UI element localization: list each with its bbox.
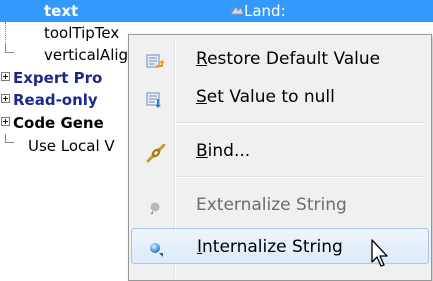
label-rest: estore Default Value [207, 49, 381, 69]
menu-item-set-value-to-null[interactable]: Set Value to null [131, 79, 429, 115]
expand-icon[interactable] [1, 117, 10, 126]
category-name: Read-only [13, 91, 98, 109]
set-null-icon [145, 87, 167, 108]
menu-separator [176, 122, 426, 124]
menu-item-label: Restore Default Value [196, 41, 380, 77]
category-name: Code Gene [13, 114, 104, 132]
menu-item-externalize-string: Externalize String [131, 187, 429, 223]
mouse-pointer-icon [370, 238, 392, 270]
internalize-string-icon [146, 237, 168, 257]
menu-separator [176, 176, 426, 178]
label-rest: nternalize String [202, 237, 343, 257]
menu-item-bind[interactable]: Bind... [131, 133, 429, 169]
menu-item-label: Set Value to null [196, 79, 335, 115]
property-value-text: Land: [244, 2, 286, 20]
mnemonic: S [196, 87, 207, 107]
menu-item-label: Internalize String [197, 229, 343, 265]
property-name: Use Local V [28, 137, 115, 155]
property-value: Land: [230, 0, 286, 22]
tree-elbow-line [5, 134, 14, 143]
tree-guide-line [5, 22, 6, 44]
expand-icon[interactable] [1, 72, 10, 81]
bind-icon [145, 141, 167, 163]
string-value-icon [230, 6, 244, 15]
expand-icon[interactable] [1, 94, 10, 103]
menu-item-label: Bind... [196, 133, 250, 169]
label-rest: et Value to null [206, 87, 335, 107]
property-name: text [44, 2, 79, 20]
label-rest: ind... [207, 141, 251, 161]
restore-default-icon [145, 49, 167, 69]
mnemonic: R [196, 49, 208, 69]
menu-item-label: Externalize String [196, 195, 347, 215]
tree-elbow-line [5, 44, 14, 53]
property-name: verticalAlig [44, 46, 129, 64]
property-name: toolTipTex [44, 24, 120, 42]
tree-row-text[interactable]: text Land: [0, 0, 433, 22]
externalize-string-icon [145, 195, 167, 215]
mnemonic: B [196, 141, 208, 161]
menu-item-restore-default-value[interactable]: Restore Default Value [131, 41, 429, 77]
category-name: Expert Pro [13, 69, 103, 87]
